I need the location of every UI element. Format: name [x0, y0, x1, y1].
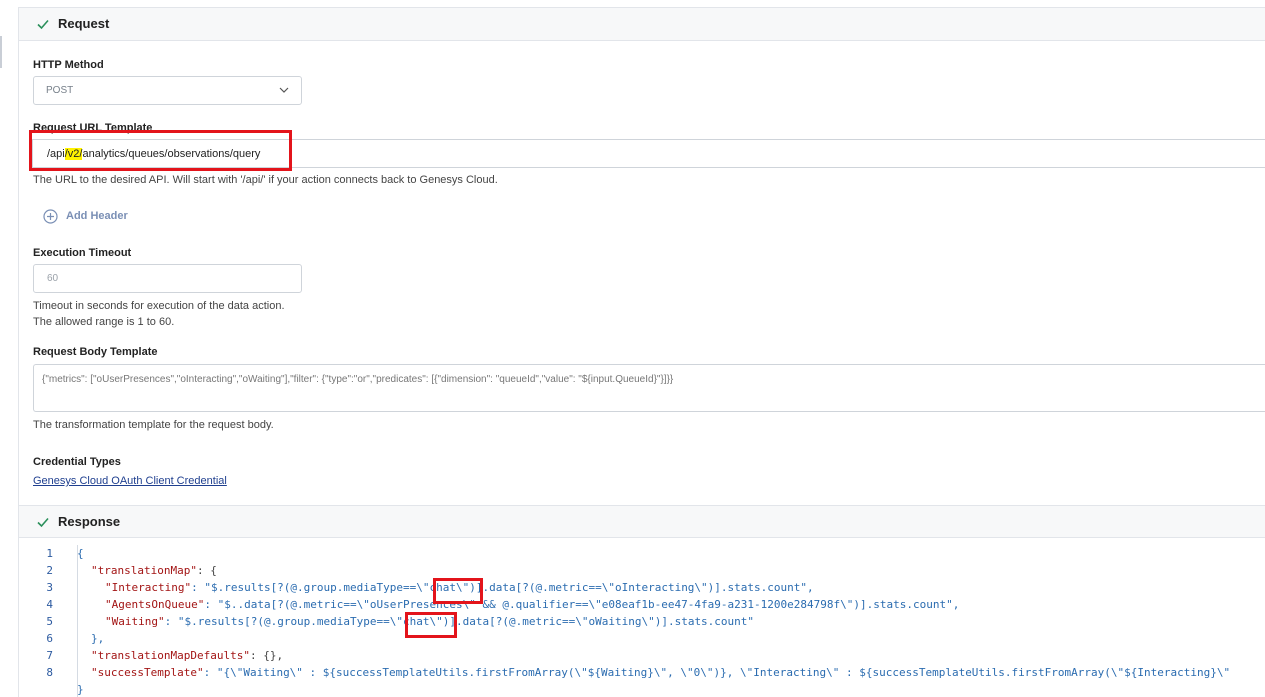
- credential-link[interactable]: Genesys Cloud OAuth Client Credential: [33, 475, 227, 487]
- credential-types-label: Credential Types: [33, 456, 121, 468]
- response-template-editor[interactable]: 1 { 2 "translationMap": { 3 "Interacting…: [19, 545, 1265, 697]
- execution-timeout-help-2: The allowed range is 1 to 60.: [33, 316, 175, 328]
- http-method-value: POST: [46, 85, 74, 96]
- code-line: 6 },: [46, 632, 105, 645]
- http-method-label: HTTP Method: [33, 59, 104, 71]
- request-section-title: Request: [58, 16, 110, 31]
- code-line: 3 "Interacting": "$.results[?(@.group.me…: [46, 581, 814, 594]
- request-body-textarea[interactable]: {"metrics": ["oUserPresences","oInteract…: [33, 364, 1265, 412]
- checkmark-icon: [37, 19, 49, 30]
- code-line: 7 "translationMapDefaults": {},: [46, 649, 284, 662]
- execution-timeout-help-1: Timeout in seconds for execution of the …: [33, 300, 285, 312]
- chat-annotation-box-2: [405, 612, 457, 638]
- code-line: 5 "Waiting": "$.results[?(@.group.mediaT…: [46, 615, 755, 628]
- code-line: 8 "successTemplate": "{\"Waiting\" : ${s…: [46, 666, 1231, 679]
- request-body-help: The transformation template for the requ…: [33, 419, 274, 431]
- execution-timeout-value: 60: [47, 273, 59, 284]
- http-method-select[interactable]: POST: [33, 76, 302, 105]
- chat-annotation-box-1: [433, 578, 483, 604]
- request-body-value: {"metrics": ["oUserPresences","oInteract…: [42, 374, 674, 385]
- execution-timeout-label: Execution Timeout: [33, 247, 132, 259]
- response-section-header[interactable]: Response: [19, 505, 1265, 538]
- request-section-header[interactable]: Request: [19, 8, 1265, 41]
- url-annotation-box: [29, 130, 292, 171]
- plus-circle-icon: [43, 209, 58, 224]
- execution-timeout-input[interactable]: 60: [33, 264, 302, 293]
- window-edge: [0, 36, 2, 68]
- data-action-setup-panel: Request HTTP Method POST Request URL Tem…: [18, 7, 1265, 697]
- chevron-down-icon: [279, 87, 289, 93]
- response-section-title: Response: [58, 514, 121, 529]
- code-line: 2 "translationMap": {: [46, 564, 217, 577]
- code-line: 1 {: [46, 547, 84, 560]
- request-url-help: The URL to the desired API. Will start w…: [33, 174, 498, 186]
- code-line: 4 "AgentsOnQueue": "$..data[?(@.metric==…: [46, 598, 960, 611]
- checkmark-icon: [37, 517, 49, 528]
- code-line: }: [77, 683, 84, 696]
- add-header-label: Add Header: [66, 210, 128, 222]
- request-body-label: Request Body Template: [33, 346, 158, 358]
